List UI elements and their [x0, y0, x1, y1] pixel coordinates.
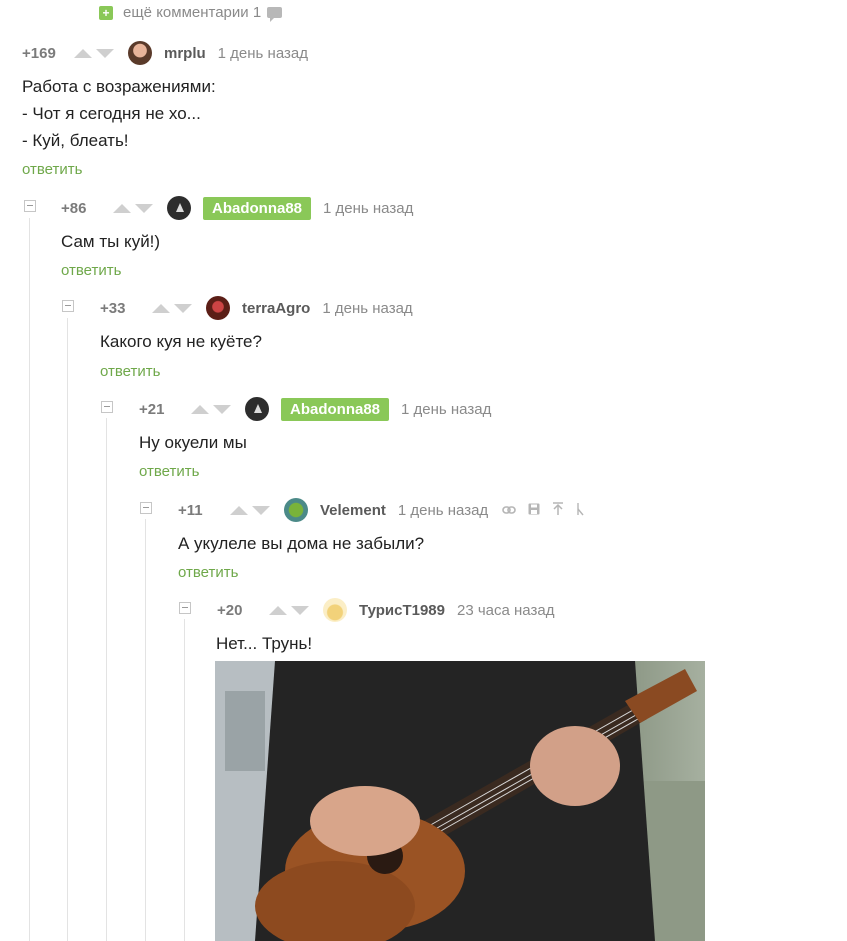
arrow-up-icon[interactable]	[113, 203, 131, 213]
minus-icon[interactable]	[62, 300, 74, 312]
reply-link[interactable]: ответить	[139, 463, 199, 480]
reply-link[interactable]: ответить	[178, 564, 238, 581]
comment: +20 ТурисТ1989 23 часа назад Нет... Трун…	[216, 597, 817, 657]
comment: +21 Abadonna88 1 день назад Ну окуели мы…	[139, 396, 819, 491]
more-comments-link[interactable]: + ещё комментарии 1	[99, 4, 283, 22]
comment-time[interactable]: 1 день назад	[398, 502, 488, 519]
comment-rating: +21	[139, 400, 165, 418]
more-comments-label: ещё комментарии 1	[123, 4, 262, 21]
comment-time[interactable]: 1 день назад	[323, 200, 413, 217]
branch-icon[interactable]	[576, 502, 584, 519]
thread-line	[67, 318, 68, 941]
arrow-up-icon[interactable]	[230, 505, 248, 515]
comment-rating: +169	[22, 44, 56, 62]
comment: +11 Velement 1 день назад А укулеле вы д…	[178, 497, 818, 592]
reply-link[interactable]: ответить	[61, 262, 121, 279]
link-icon[interactable]	[502, 503, 516, 518]
avatar[interactable]	[245, 397, 269, 421]
arrow-up-icon[interactable]	[152, 303, 170, 313]
comment-username[interactable]: Velement	[320, 502, 386, 519]
comment-image[interactable]	[215, 661, 705, 941]
comment-line: - Куй, блеать!	[22, 131, 129, 150]
comment-text: Ну окуели мы	[139, 429, 247, 456]
comment-time[interactable]: 23 часа назад	[457, 602, 554, 619]
minus-icon[interactable]	[179, 602, 191, 614]
arrow-down-icon[interactable]	[252, 505, 270, 515]
arrow-up-icon[interactable]	[191, 404, 209, 414]
comment-username[interactable]: ТурисТ1989	[359, 602, 445, 619]
comment-username[interactable]: mrplu	[164, 45, 206, 62]
arrow-up-icon[interactable]	[269, 605, 287, 615]
minus-icon[interactable]	[101, 401, 113, 413]
arrow-down-icon[interactable]	[174, 303, 192, 313]
thread-line	[29, 218, 30, 941]
minus-icon[interactable]	[140, 502, 152, 514]
arrow-down-icon[interactable]	[291, 605, 309, 615]
avatar[interactable]	[284, 498, 308, 522]
comment-line: Какого куя не куёте?	[100, 332, 262, 351]
avatar[interactable]	[206, 296, 230, 320]
comment-line: Ну окуели мы	[139, 433, 247, 452]
save-icon[interactable]	[528, 503, 540, 518]
comment-text: Работа с возражениями: - Чот я сегодня н…	[22, 73, 216, 154]
comment-rating: +86	[61, 199, 87, 217]
comment-bubble-icon	[267, 7, 283, 22]
comment-text: А укулеле вы дома не забыли?	[178, 530, 424, 557]
thread-line	[184, 619, 185, 941]
thread-line	[145, 519, 146, 941]
arrow-down-icon[interactable]	[135, 203, 153, 213]
avatar[interactable]	[167, 196, 191, 220]
comment-rating: +11	[178, 501, 203, 519]
comment-username[interactable]: terraAgro	[242, 300, 310, 317]
thread-line	[106, 418, 107, 941]
comment-username[interactable]: Abadonna88	[281, 397, 390, 421]
scroll-up-icon[interactable]	[552, 501, 564, 519]
comment-line: А укулеле вы дома не забыли?	[178, 534, 425, 553]
comment-text: Какого куя не куёте?	[100, 328, 262, 355]
comment-rating: +33	[100, 299, 126, 317]
comment-rating: +20	[217, 601, 243, 619]
comment: +169 mrplu 1 день назад Работа с возраже…	[22, 40, 822, 190]
arrow-up-icon[interactable]	[74, 48, 92, 58]
ukulele-photo	[215, 661, 705, 941]
comment-time[interactable]: 1 день назад	[322, 300, 412, 317]
comment-text: Сам ты куй!)	[61, 228, 160, 255]
comment-line: Нет... Трунь!	[216, 634, 313, 653]
comment: +33 terraAgro 1 день назад Какого куя не…	[100, 295, 820, 390]
arrow-down-icon[interactable]	[213, 404, 231, 414]
plus-icon: +	[99, 5, 113, 20]
comment-line: Сам ты куй!)	[61, 232, 161, 251]
comment-time[interactable]: 1 день назад	[401, 401, 491, 418]
avatar[interactable]	[323, 598, 347, 622]
comment-username[interactable]: Abadonna88	[203, 196, 312, 220]
minus-icon[interactable]	[24, 200, 36, 212]
comment-time[interactable]: 1 день назад	[218, 45, 308, 62]
arrow-down-icon[interactable]	[96, 48, 114, 58]
comment-line: - Чот я сегодня не хо...	[22, 104, 201, 123]
avatar[interactable]	[128, 41, 152, 65]
comment: +86 Abadonna88 1 день назад Сам ты куй!)…	[61, 195, 821, 290]
reply-link[interactable]: ответить	[100, 363, 160, 380]
reply-link[interactable]: ответить	[22, 161, 82, 178]
comment-line: Работа с возражениями:	[22, 77, 216, 96]
comment-text: Нет... Трунь!	[216, 630, 312, 657]
